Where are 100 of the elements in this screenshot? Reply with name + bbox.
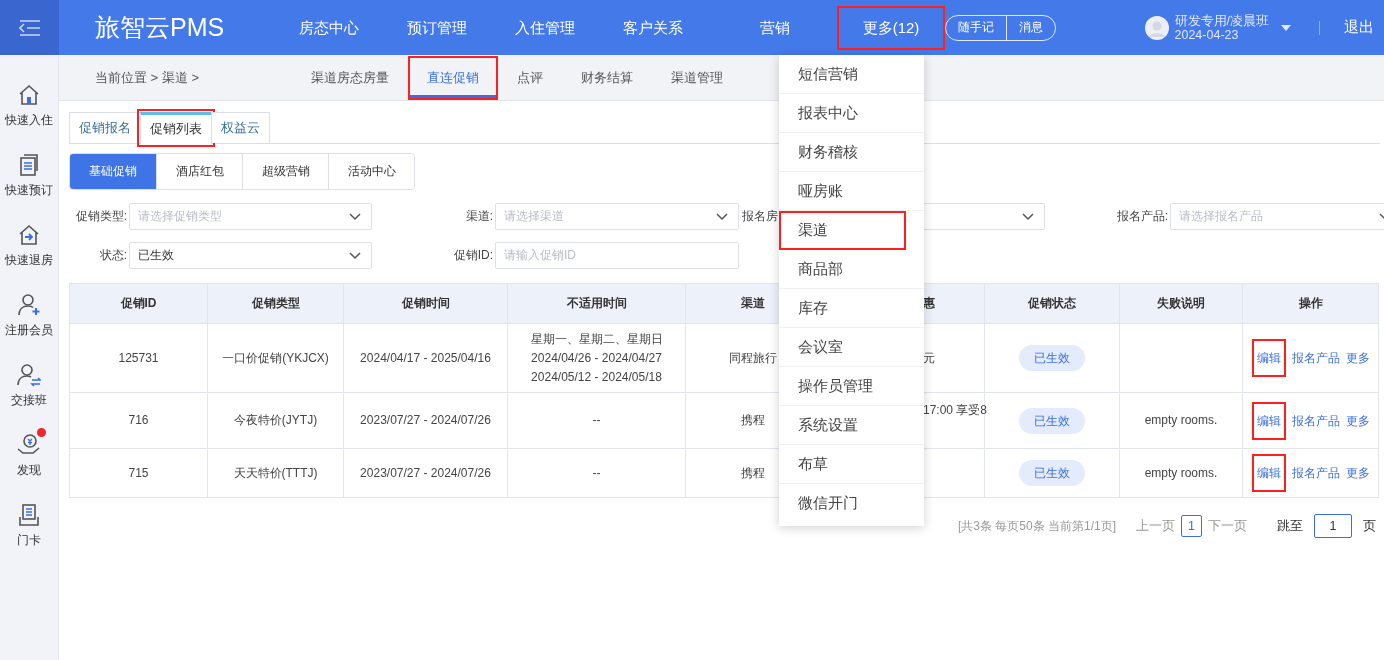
user-add-icon [17,293,41,317]
nav-item[interactable]: 房态中心 [275,5,383,50]
menu-item[interactable]: 渠道 [779,211,906,250]
sub-nav-tab[interactable]: 直连促销 [408,55,498,100]
chevron-down-icon [349,213,361,221]
chevron-down-icon [1022,213,1034,221]
table-cell: 2023/07/27 - 2024/07/26 [343,392,508,449]
nav-item[interactable]: 入住管理 [491,5,599,50]
menu-item[interactable]: 商品部 [779,250,924,289]
filter-label: 报名房 [742,208,779,225]
status-tag: 已生效 [1019,345,1085,371]
nav-item[interactable]: 营销 [721,5,829,50]
table-cell: 元 [923,350,935,365]
nav-item[interactable]: 更多(12) [837,5,945,50]
chevron-down-icon [716,213,728,221]
table-cell: 716 [69,392,208,449]
caret-icon[interactable] [1281,24,1291,31]
status-tag: 已生效 [1019,407,1085,434]
filter-label: 促销类型: [74,208,127,225]
menu-item[interactable]: 报表中心 [779,94,924,133]
menu-icon [18,18,41,37]
menu-item[interactable]: 短信营销 [779,55,924,94]
segment-button[interactable]: 活动中心 [328,154,414,189]
sub-nav-tab[interactable]: 渠道管理 [652,55,742,100]
segment-button[interactable]: 基础促销 [70,154,156,189]
hand-coin-icon [17,433,41,457]
user-name: 研发专用/凌晨班 [1174,13,1269,28]
page-jump-field[interactable]: 1 [1314,514,1352,538]
menu-item[interactable]: 库存 [779,289,924,328]
sub-nav-tab[interactable]: 点评 [498,55,562,100]
table-cell: 天天特价(TTTJ) [207,448,344,498]
action-link[interactable]: 更多 [1345,413,1370,428]
page-unit-label: 页 [1363,517,1376,535]
menu-item[interactable]: 哑房账 [779,172,924,211]
logout-link[interactable]: 退出 [1344,18,1374,37]
document-icon [17,153,41,177]
select-field[interactable]: 已生效 [129,242,372,269]
filter-label: 渠道: [464,208,493,225]
column-header: 促销ID [69,283,208,324]
sidebar-item[interactable]: 发现 [0,428,59,483]
table-cell: -- [507,392,686,449]
menu-item[interactable]: 布草 [779,445,924,484]
action-link[interactable]: 更多 [1345,466,1370,480]
action-link[interactable]: 编辑 [1251,401,1286,440]
nav-item[interactable]: 预订管理 [383,5,491,50]
menu-toggle-button[interactable] [0,0,59,55]
table-cell: 一口价促销(YKJCX) [207,323,344,393]
filter-label: 状态: [98,247,127,264]
table-cell: empty rooms. [1144,465,1218,480]
sidebar-item[interactable]: 交接班 [0,358,59,413]
sidebar-item[interactable]: 门卡 [0,498,59,553]
column-header: 不适用时间 [507,283,686,324]
filter-label: 报名产品: [1115,208,1168,225]
table-cell: 125731 [69,323,208,393]
business-date: 2024-04-23 [1174,27,1240,42]
menu-item[interactable]: 操作员管理 [779,367,924,406]
action-link[interactable]: 报名产品 [1291,351,1340,365]
sidebar-item[interactable]: 快速入住 [0,78,59,133]
quick-button[interactable]: 消息 [1006,15,1055,40]
table-cell: empty rooms. [1144,413,1218,427]
action-link[interactable]: 编辑 [1251,339,1286,377]
action-link[interactable]: 报名产品 [1291,466,1340,480]
nav-item[interactable]: 客户关系 [599,5,707,50]
action-link[interactable]: 报名产品 [1291,413,1340,428]
column-header: 促销状态 [984,283,1120,324]
sidebar-item[interactable]: 快速退房 [0,218,59,273]
table-cell: 星期一、星期二、星期日 2024/04/26 - 2024/04/27 2024/05/12 - 2024/05/18 [507,323,686,393]
quick-button[interactable]: 随手记 [946,15,1006,40]
avatar-icon [1144,15,1169,40]
column-header: 操作 [1242,283,1379,324]
sub-nav-tab[interactable]: 渠道房态房量 [292,55,408,100]
action-link[interactable]: 编辑 [1251,454,1286,492]
pagination-summary: [共3条 每页50条 当前第1/1页] [958,517,1117,535]
column-header: 促销类型 [207,283,344,324]
filter-label: 促销ID: [452,247,493,264]
sub-nav-tab[interactable]: 财务结算 [562,55,652,100]
column-header: 促销时间 [343,283,508,324]
house-icon [17,83,41,107]
menu-item[interactable]: 财务稽核 [779,133,924,172]
sidebar-item[interactable]: 快速预订 [0,148,59,203]
card-reader-icon [17,503,41,527]
action-link[interactable]: 更多 [1345,351,1370,365]
menu-item[interactable]: 系统设置 [779,406,924,445]
table-cell: 2024/04/17 - 2025/04/16 [343,323,508,393]
column-header: 失败说明 [1119,283,1243,324]
table-cell: 今夜特价(JYTJ) [207,392,344,449]
house-exit-icon [17,223,41,247]
user-swap-icon [17,363,41,387]
sidebar-item[interactable]: 注册会员 [0,288,59,343]
table-cell: 2023/07/27 - 2024/07/26 [343,448,508,498]
jump-label: 跳至 [1277,517,1303,535]
table-cell: 17:00 享受8 [923,403,988,417]
tab[interactable]: 促销报名 [69,112,141,143]
tab[interactable]: 权益云 [211,112,270,143]
menu-item[interactable]: 会议室 [779,328,924,367]
table-cell: -- [507,448,686,498]
page-number[interactable]: 1 [1181,515,1202,537]
tab[interactable]: 促销列表 [140,112,212,144]
status-tag: 已生效 [1019,460,1085,486]
app-logo: 旅智云PMS [95,12,226,43]
